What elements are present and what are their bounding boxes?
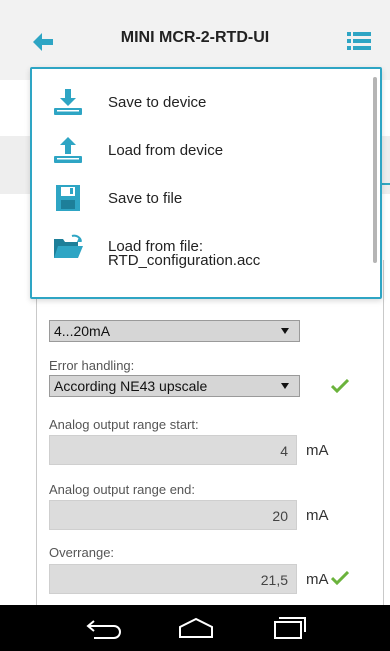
upload-icon	[54, 137, 82, 163]
error-handling-value: According NE43 upscale	[54, 378, 208, 394]
folder-open-icon	[54, 234, 83, 258]
overrange-label: Overrange:	[49, 545, 115, 560]
menu-item-save-to-file[interactable]: Save to file	[32, 177, 362, 221]
overrange-value: 21,5	[260, 572, 288, 588]
range-end-label: Analog output range end:	[49, 482, 196, 497]
range-start-field[interactable]: 4	[49, 435, 297, 465]
checkmark-icon	[331, 571, 349, 585]
menu-item-label: Save to file	[108, 190, 183, 207]
floppy-disk-icon	[56, 185, 80, 211]
overrange-unit: mA	[306, 571, 329, 588]
menu-item-save-to-device[interactable]: Save to device	[32, 81, 362, 125]
scrollbar[interactable]	[373, 77, 377, 263]
checkmark-icon	[331, 379, 349, 393]
file-actions-menu: Save to device Load from device Save to …	[30, 67, 382, 299]
error-handling-label: Error handling:	[49, 358, 135, 373]
error-handling-select[interactable]: According NE43 upscale	[49, 375, 300, 397]
menu-item-label: Load from device	[108, 142, 224, 159]
page-title: MINI MCR-2-RTD-UI	[120, 29, 270, 46]
range-end-value: 20	[272, 508, 288, 524]
output-signal-select[interactable]: 4...20mA	[49, 320, 300, 342]
recent-apps-icon[interactable]	[268, 617, 308, 639]
back-icon[interactable]	[84, 617, 124, 639]
system-nav-bar	[0, 605, 390, 651]
list-menu-icon[interactable]	[347, 31, 371, 51]
overrange-field[interactable]: 21,5	[49, 564, 297, 594]
selected-file-name[interactable]: RTD_configuration.acc	[108, 252, 260, 269]
download-icon	[54, 89, 82, 115]
range-start-value: 4	[280, 443, 288, 459]
home-icon[interactable]	[176, 617, 216, 639]
range-end-field[interactable]: 20	[49, 500, 297, 530]
range-end-unit: mA	[306, 507, 329, 524]
dropdown-caret-icon	[281, 383, 289, 389]
menu-item-label: Save to device	[108, 94, 207, 111]
output-signal-value: 4...20mA	[54, 323, 111, 339]
range-start-unit: mA	[306, 442, 329, 459]
range-start-label: Analog output range start:	[49, 417, 199, 432]
menu-item-load-from-device[interactable]: Load from device	[32, 129, 362, 173]
dropdown-caret-icon	[281, 328, 289, 334]
